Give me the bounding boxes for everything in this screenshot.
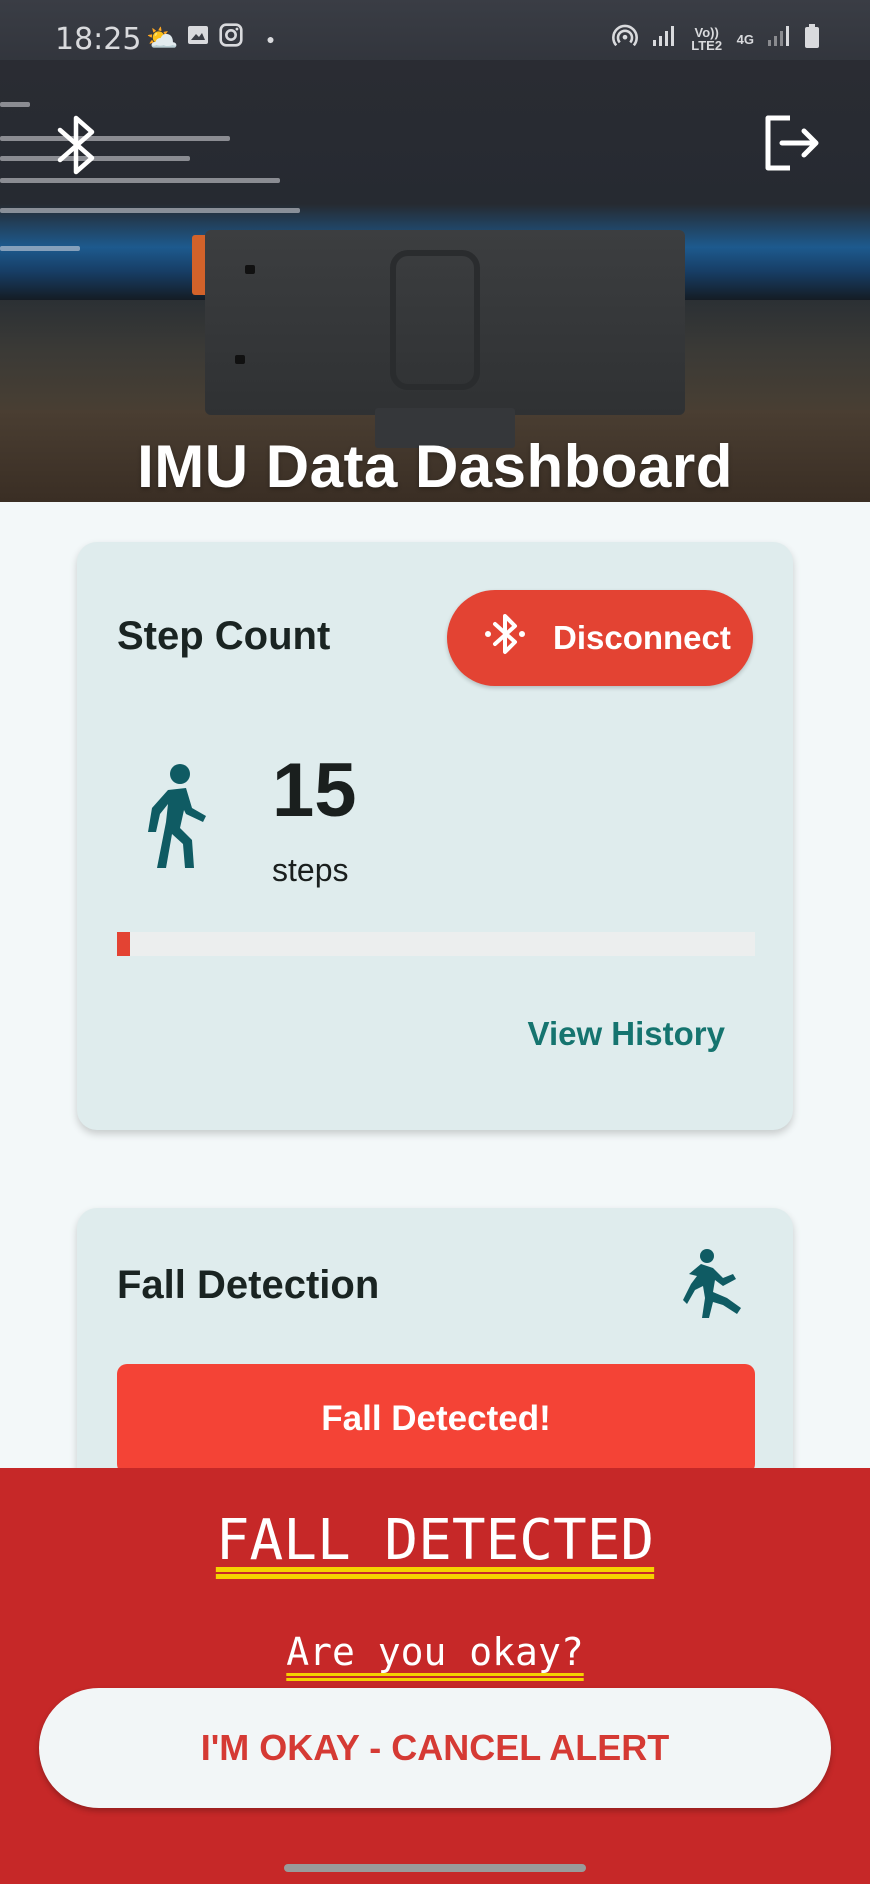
notification-dot: ●: [266, 30, 275, 47]
step-count-card: Step Count Disconnect 15 steps View Hist…: [77, 542, 793, 1130]
step-progress-bar: [117, 932, 755, 956]
fall-detection-card: Fall Detection Fall Detected!: [77, 1208, 793, 1508]
bluetooth-disconnect-icon: [483, 610, 527, 666]
weather-icon: ⛅: [146, 23, 179, 53]
home-indicator[interactable]: [284, 1864, 586, 1872]
status-bar: 18:25 ⛅ ● Vo)) LTE2 4G: [0, 0, 870, 80]
signal-icon: [651, 24, 677, 54]
logout-icon[interactable]: [760, 112, 822, 174]
step-progress-fill: [117, 932, 130, 956]
walking-person-icon: [142, 762, 212, 870]
status-time: 18:25: [55, 22, 142, 57]
disconnect-label: Disconnect: [553, 619, 731, 656]
step-count-unit: steps: [272, 852, 349, 888]
step-count-title: Step Count: [117, 614, 331, 658]
hotspot-icon: [611, 22, 639, 56]
fall-alert-overlay: FALL DETECTED Are you okay?: [0, 1468, 870, 1884]
signal-icon-2: [766, 24, 792, 54]
alert-subtitle-text: Are you okay?: [286, 1630, 584, 1674]
header-banner: 18:25 ⛅ ● Vo)) LTE2 4G IMU Data Dashboar…: [0, 0, 870, 502]
fall-detected-status-button[interactable]: Fall Detected!: [117, 1364, 755, 1474]
view-history-link[interactable]: View History: [528, 1015, 725, 1053]
cancel-alert-button[interactable]: I'M OKAY - CANCEL ALERT: [39, 1688, 831, 1808]
page-title: IMU Data Dashboard: [137, 433, 733, 500]
volte-icon: Vo)) LTE2: [691, 25, 723, 53]
falling-person-icon: [683, 1248, 745, 1320]
battery-icon: [804, 23, 820, 55]
step-count-value: 15: [272, 748, 357, 833]
bluetooth-icon[interactable]: [52, 110, 102, 180]
fall-detection-title: Fall Detection: [117, 1263, 380, 1307]
network-type-icon: 4G: [736, 31, 754, 47]
alert-title: FALL DETECTED: [0, 1508, 870, 1573]
instagram-icon: [218, 22, 244, 55]
disconnect-button[interactable]: Disconnect: [447, 590, 753, 686]
alert-title-text: FALL DETECTED: [215, 1508, 655, 1573]
alert-subtitle: Are you okay?: [0, 1630, 870, 1674]
gallery-icon: [186, 23, 210, 54]
